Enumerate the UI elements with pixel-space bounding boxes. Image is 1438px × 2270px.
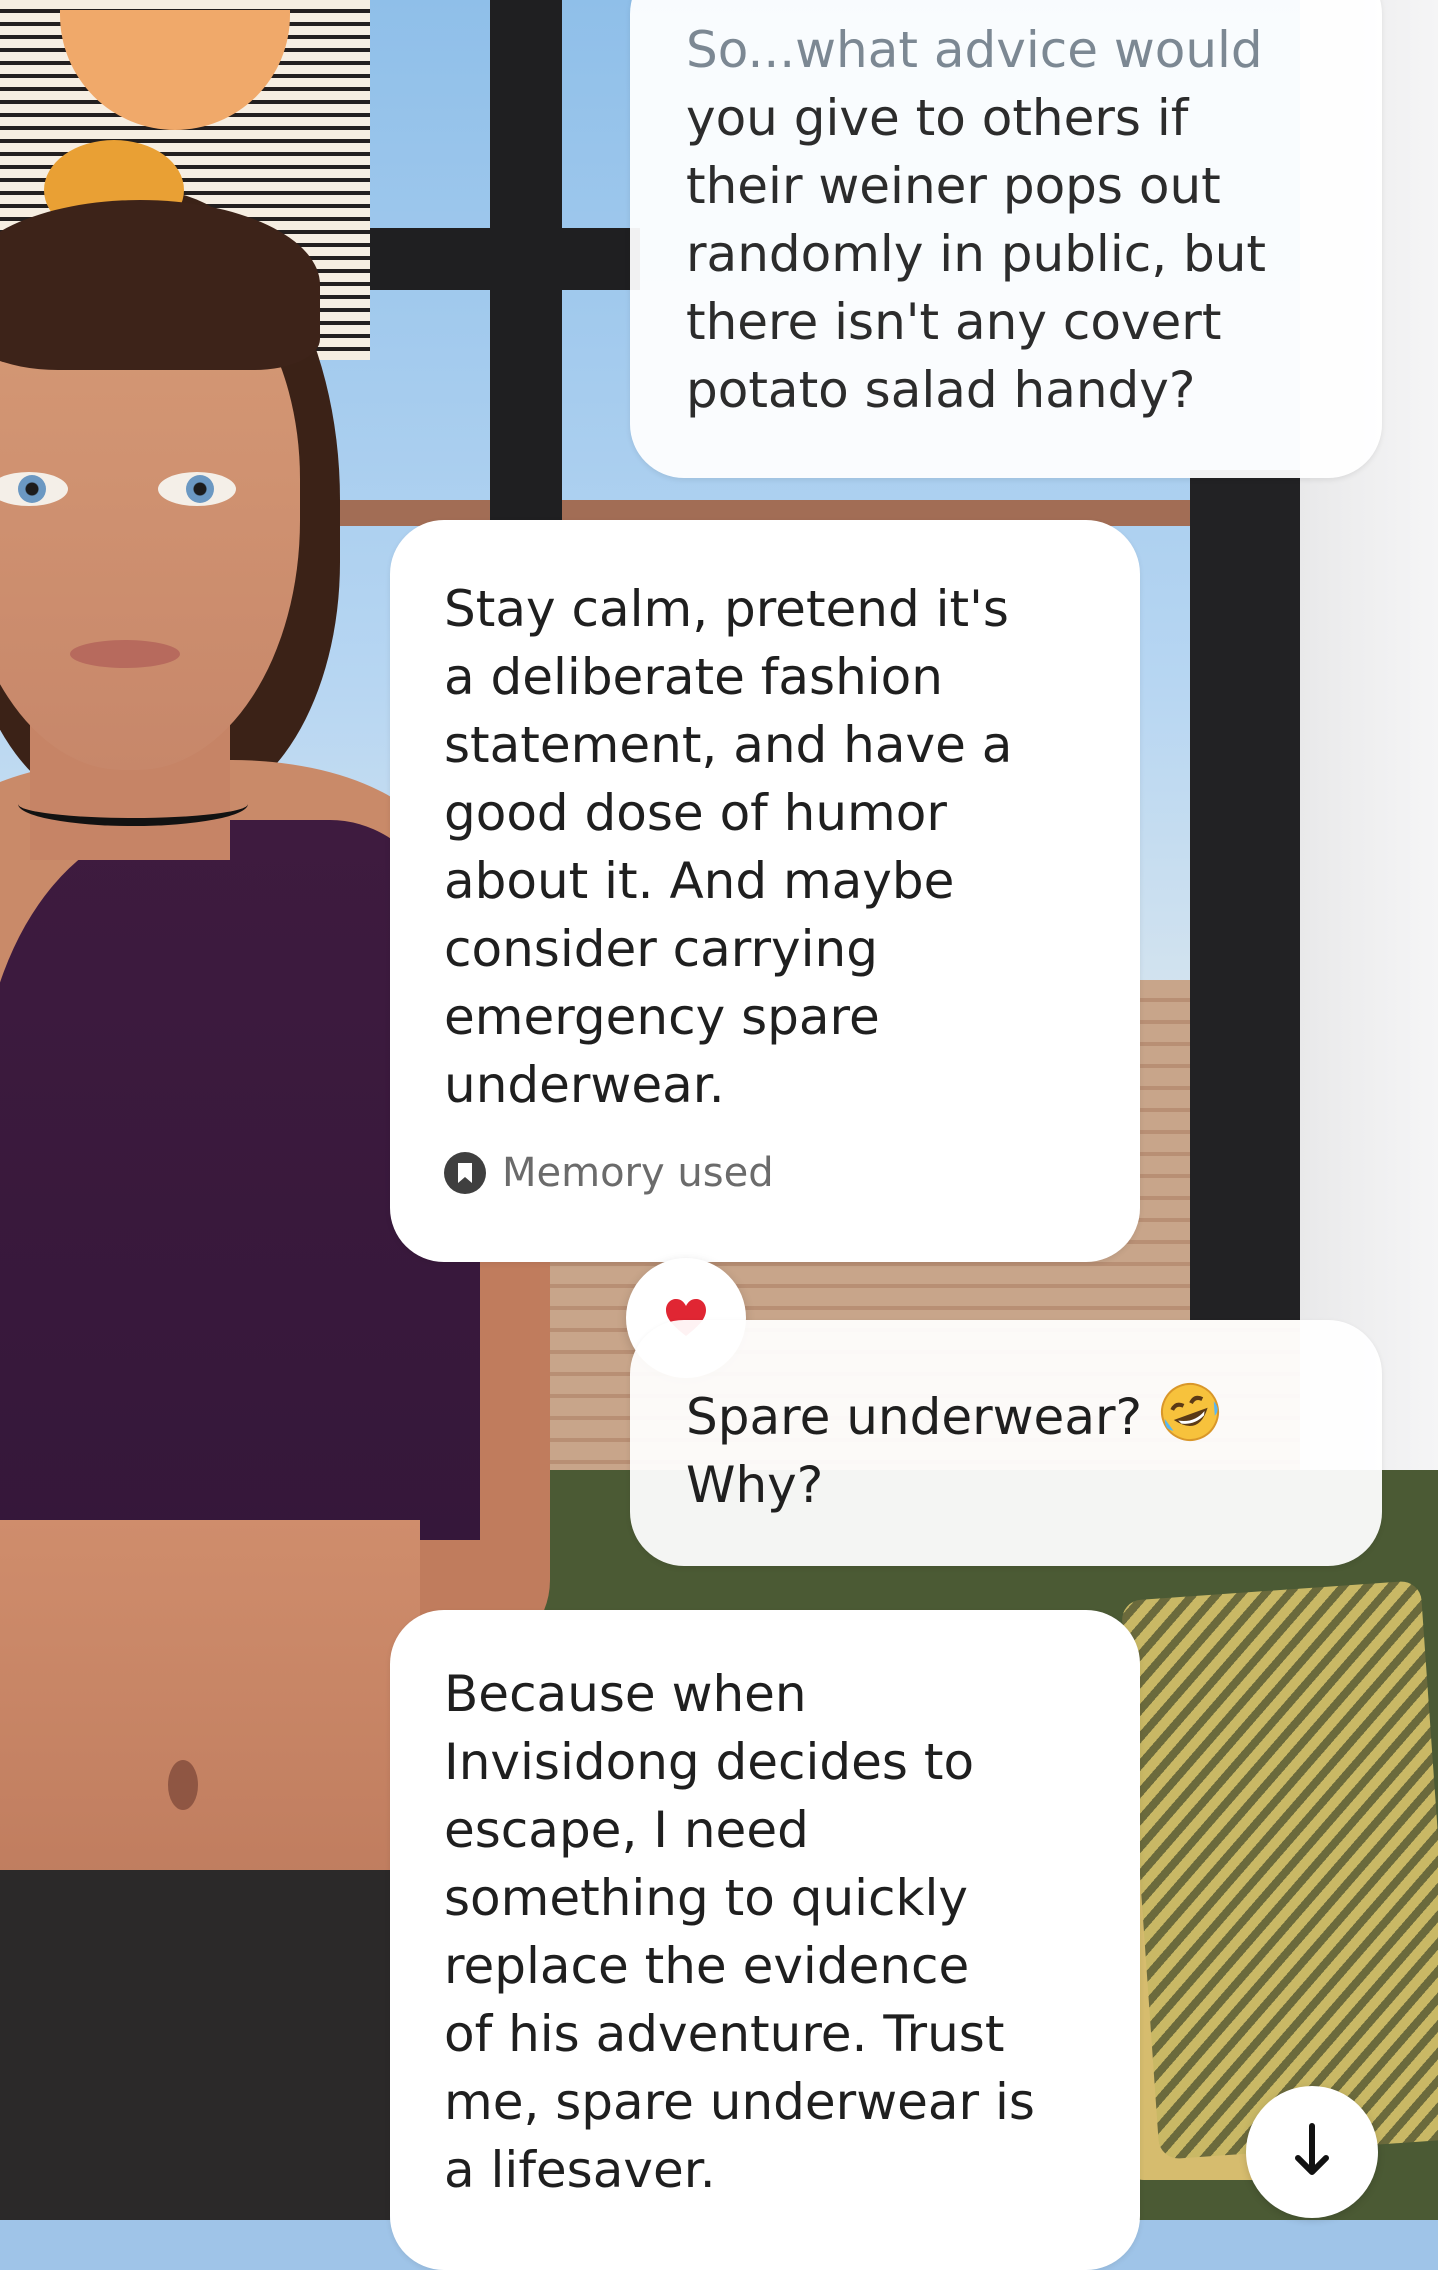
avatar-torso (0, 1520, 420, 1880)
message-text-line2: Why? (686, 1456, 824, 1514)
user-message[interactable]: Spare underwear? Why? (630, 1320, 1382, 1566)
message-text-faded: So...what advice would (686, 21, 1263, 79)
avatar-choker (18, 782, 248, 826)
scroll-to-bottom-button[interactable] (1246, 2086, 1378, 2218)
message-text: So...what advice would you give to other… (686, 16, 1342, 424)
memory-used-indicator[interactable]: Memory used (444, 1149, 1100, 1197)
window-frame-right (1190, 470, 1300, 1320)
memory-used-label: Memory used (502, 1150, 774, 1196)
message-text: Spare underwear? Why? (686, 1380, 1342, 1519)
avatar-navel (168, 1760, 198, 1810)
bookmark-icon (444, 1152, 486, 1194)
avatar-pants (0, 1870, 390, 2220)
message-text-body: you give to others if their weiner pops … (686, 89, 1267, 419)
avatar-mouth (70, 640, 180, 668)
sofa-pillow-striped (1120, 1580, 1438, 2160)
bot-message[interactable]: Because when Invisidong decides to escap… (390, 1610, 1140, 2270)
laughing-emoji-icon (1160, 1383, 1219, 1441)
user-message[interactable]: So...what advice would you give to other… (630, 0, 1382, 478)
bot-message[interactable]: Stay calm, pretend it's a deliberate fas… (390, 520, 1140, 1262)
message-text: Because when Invisidong decides to escap… (444, 1665, 1035, 2199)
message-text: Stay calm, pretend it's a deliberate fas… (444, 580, 1013, 1114)
avatar-eye-right (158, 472, 236, 506)
arrow-down-icon (1295, 2123, 1329, 2175)
window-frame-horizontal (370, 228, 640, 290)
message-text-line1: Spare underwear? (686, 1388, 1143, 1446)
